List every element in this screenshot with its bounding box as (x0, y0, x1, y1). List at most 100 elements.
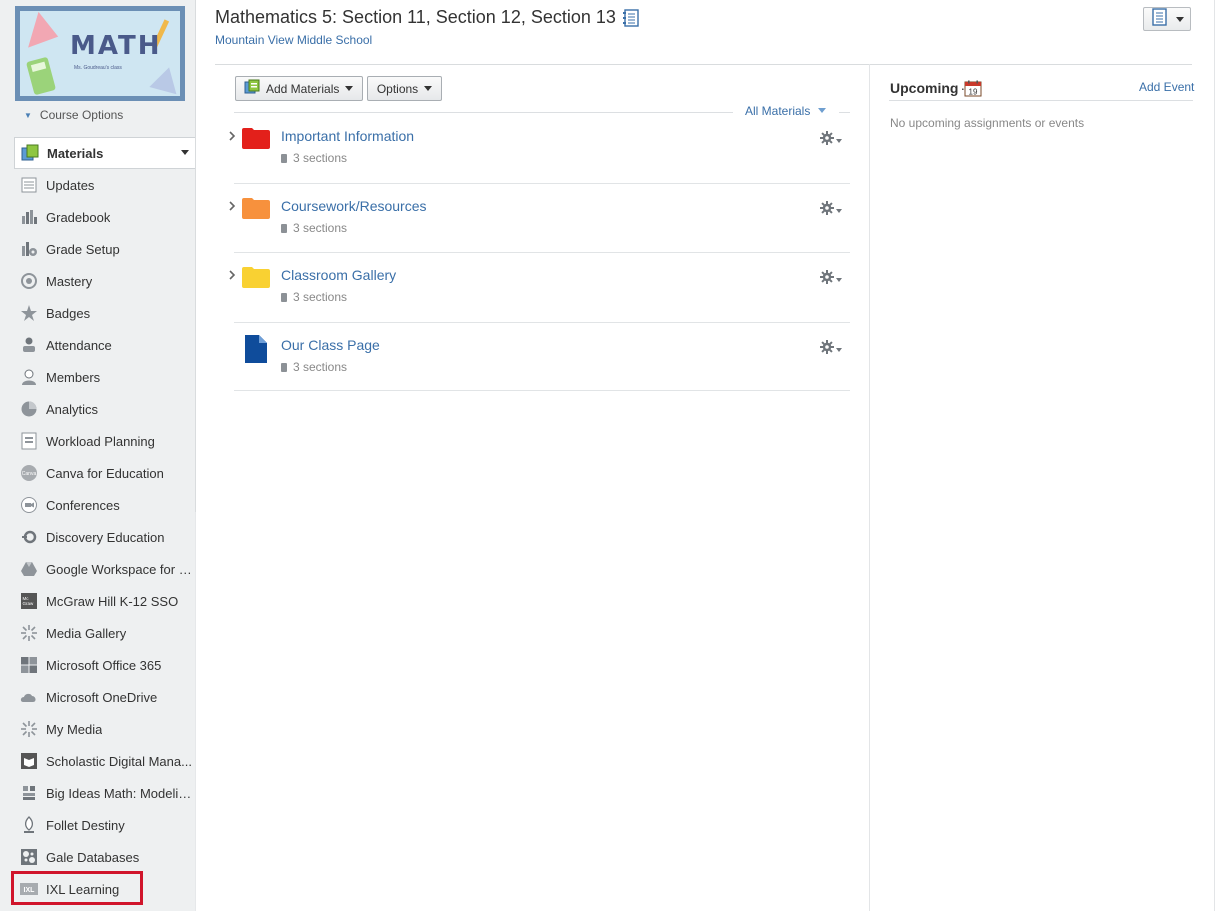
sidebar-item-google-workspace-for-e[interactable]: Google Workspace for E... (14, 553, 195, 585)
expand-chevron-icon[interactable] (225, 268, 239, 282)
sidebar-item-label: Materials (47, 145, 104, 161)
section-icon (281, 154, 287, 163)
add-materials-icon (244, 79, 260, 98)
upcoming-divider (889, 100, 1193, 101)
sidebar-item-updates[interactable]: Updates (14, 169, 195, 201)
course-view-menu-button[interactable] (1143, 7, 1191, 31)
upcoming-empty-message: No upcoming assignments or events (890, 116, 1085, 130)
material-settings-button[interactable] (820, 270, 842, 289)
sidebar-item-label: Workload Planning (46, 433, 155, 449)
options-button[interactable]: Options (367, 76, 442, 101)
ixl-icon: IXL (19, 879, 39, 899)
add-event-link[interactable]: Add Event (1139, 80, 1194, 94)
material-settings-button[interactable] (820, 201, 842, 220)
sidebar-item-grade-setup[interactable]: Grade Setup (14, 233, 195, 265)
calendar-icon[interactable]: 19 (964, 80, 982, 102)
section-icon (281, 224, 287, 233)
gear-icon (820, 131, 834, 150)
chevron-down-icon (836, 277, 842, 282)
expand-chevron-icon[interactable] (225, 199, 239, 213)
sidebar-item-label: Updates (46, 177, 95, 193)
material-meta: 3 sections (281, 290, 347, 304)
material-meta: 3 sections (281, 360, 347, 374)
sidebar-item-discovery-education[interactable]: Discovery Education (14, 521, 195, 553)
sidebar-item-ixl-learning[interactable]: IXL IXL Learning (14, 873, 195, 905)
material-title-link[interactable]: Classroom Gallery (281, 267, 396, 283)
material-title-link[interactable]: Our Class Page (281, 337, 380, 353)
material-title-link[interactable]: Coursework/Resources (281, 198, 427, 214)
add-materials-label: Add Materials (266, 81, 340, 96)
course-nav: Materials Updates Gradebook Grade Setup Mast… (14, 137, 195, 905)
sidebar-item-gradebook[interactable]: Gradebook (14, 201, 195, 233)
workload-planning-icon (19, 431, 39, 451)
section-icon (281, 293, 287, 302)
sidebar-item-label: IXL Learning (46, 881, 120, 897)
page-icon (245, 335, 267, 368)
banner-subtitle: Ms. Goudreau's class (74, 65, 122, 71)
material-settings-button[interactable] (820, 131, 842, 150)
sidebar-item-label: Canva for Education (46, 465, 164, 481)
upcoming-title-text: Upcoming (890, 80, 959, 96)
options-label: Options (376, 81, 419, 96)
sidebar-item-mastery[interactable]: Mastery (14, 265, 195, 297)
chevron-down-icon (1176, 16, 1184, 22)
sidebar-item-microsoft-onedrive[interactable]: Microsoft OneDrive (14, 681, 195, 713)
notebook-icon[interactable] (622, 9, 640, 32)
sidebar-item-label: Members (46, 369, 101, 385)
sidebar-item-materials[interactable]: Materials (14, 137, 195, 169)
page-title: Mathematics 5: Section 11, Section 12, S… (215, 7, 616, 27)
sidebar-item-conferences[interactable]: Conferences (14, 489, 195, 521)
sidebar-item-badges[interactable]: Badges (14, 297, 195, 329)
sidebar-item-analytics[interactable]: Analytics (14, 393, 195, 425)
members-icon (19, 367, 39, 387)
material-title-link[interactable]: Important Information (281, 128, 414, 144)
material-sections-count: 3 sections (293, 221, 348, 235)
sidebar-item-label: Grade Setup (46, 241, 120, 257)
material-meta: 3 sections (281, 221, 347, 235)
material-row: Important Information 3 sections (229, 113, 850, 184)
sidebar-item-label: Gradebook (46, 209, 111, 225)
sidebar-item-mcgraw-hill-k-12-sso[interactable]: Mc Graw McGraw Hill K-12 SSO (14, 585, 195, 617)
sidebar-item-label: Badges (46, 305, 91, 321)
updates-icon (19, 175, 39, 195)
sidebar-item-my-media[interactable]: My Media (14, 713, 195, 745)
sidebar-item-label: Mastery (46, 273, 93, 289)
follett-destiny-icon (19, 815, 39, 835)
badges-icon (19, 303, 39, 323)
material-row: Coursework/Resources 3 sections (229, 183, 850, 253)
sidebar-item-workload-planning[interactable]: Workload Planning (14, 425, 195, 457)
sidebar-item-big-ideas-math-modelin[interactable]: Big Ideas Math: Modelin... (14, 777, 195, 809)
svg-text:Graw: Graw (23, 601, 35, 606)
sidebar-item-media-gallery[interactable]: Media Gallery (14, 617, 195, 649)
sidebar-item-label: Analytics (46, 401, 99, 417)
folder-icon (242, 197, 270, 224)
sidebar-item-label: Big Ideas Math: Modelin... (46, 785, 195, 801)
canva-icon: Canva (19, 463, 39, 483)
mastery-icon (19, 271, 39, 291)
sidebar-item-label: Microsoft OneDrive (46, 689, 158, 705)
school-link[interactable]: Mountain View Middle School (215, 33, 372, 47)
scholastic-icon (19, 751, 39, 771)
sidebar-item-follet-destiny[interactable]: Follet Destiny (14, 809, 195, 841)
material-settings-button[interactable] (820, 340, 842, 359)
chevron-down-icon[interactable] (181, 150, 189, 155)
course-banner-image[interactable]: MATH Ms. Goudreau's class (15, 6, 185, 101)
gale-databases-icon (19, 847, 39, 867)
sidebar-item-microsoft-office-365[interactable]: Microsoft Office 365 (14, 649, 195, 681)
sidebar-item-scholastic-digital-mana[interactable]: Scholastic Digital Mana... (14, 745, 195, 777)
material-row: Classroom Gallery 3 sections (229, 252, 850, 323)
expand-chevron-icon[interactable] (225, 129, 239, 143)
gear-icon (820, 270, 834, 289)
course-options-toggle[interactable]: ▼ Course Options (24, 108, 123, 122)
sidebar-item-members[interactable]: Members (14, 361, 195, 393)
chevron-down-icon (836, 208, 842, 213)
left-sidebar: MATH Ms. Goudreau's class ▼ Course Option… (0, 0, 196, 911)
sidebar-item-attendance[interactable]: Attendance (14, 329, 195, 361)
gear-icon (820, 340, 834, 359)
sidebar-item-canva-for-education[interactable]: Canva Canva for Education (14, 457, 195, 489)
header-divider (215, 64, 1192, 65)
add-materials-button[interactable]: Add Materials (235, 76, 363, 101)
sidebar-item-gale-databases[interactable]: Gale Databases (14, 841, 195, 873)
sidebar-item-label: Conferences (46, 497, 120, 513)
caret-down-icon: ▼ (24, 111, 32, 120)
